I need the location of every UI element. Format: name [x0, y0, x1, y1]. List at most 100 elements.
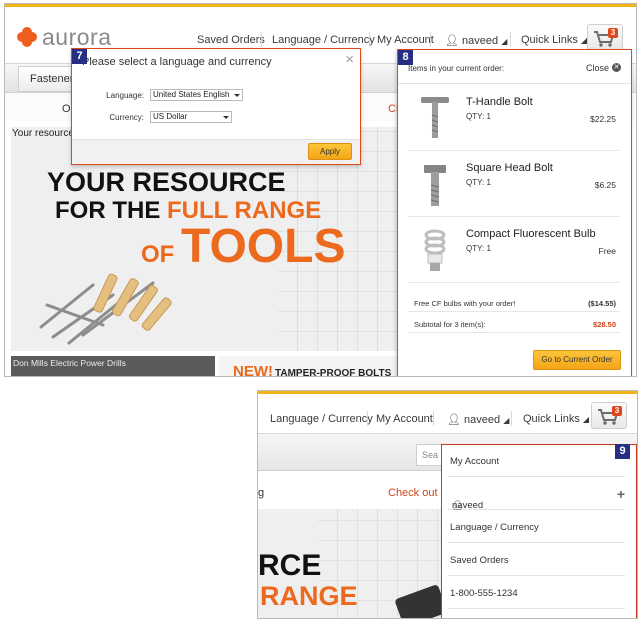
- user-name: naveed: [464, 414, 501, 426]
- go-to-current-order-button[interactable]: Go to Current Order: [533, 350, 621, 370]
- promo-tile-drills-text: Don Mills Electric Power Drills: [13, 358, 126, 368]
- divider: [367, 411, 368, 426]
- cart-item-name[interactable]: Square Head Bolt: [466, 162, 553, 174]
- user-icon: 👤︎: [447, 414, 461, 426]
- storefront-screenshot-bottom: Language / Currency My Account 👤︎ naveed…: [257, 390, 638, 619]
- promo-tile-bolts-text: TAMPER-PROOF BOLTS: [275, 368, 392, 377]
- apply-button[interactable]: Apply: [308, 143, 352, 160]
- cart-item-price: $22.25: [590, 114, 616, 124]
- language-label: Language:: [106, 91, 144, 100]
- menu-item-label: Saved Orders: [450, 555, 509, 566]
- user-menu[interactable]: 👤︎ naveed ◢: [445, 34, 507, 47]
- menu-item-phone[interactable]: 1-800-555-1234: [448, 577, 625, 609]
- cart-button[interactable]: 3: [591, 402, 627, 429]
- callout-badge-8: 8: [398, 50, 413, 65]
- user-icon: 👤︎: [445, 35, 459, 47]
- cart-count-badge: 3: [608, 28, 618, 38]
- user-name: naveed: [462, 35, 499, 47]
- divider: [261, 32, 262, 47]
- cart-item-qty: QTY: 1: [466, 244, 491, 253]
- cart-item[interactable]: Square Head Bolt QTY: 1 $6.25: [408, 151, 620, 217]
- currency-select[interactable]: US Dollar: [150, 111, 232, 123]
- divider: [430, 32, 431, 47]
- chevron-down-icon: ◢: [503, 416, 510, 425]
- cart-close-link[interactable]: Close: [586, 63, 609, 73]
- divider: [369, 32, 370, 47]
- close-icon[interactable]: ✕: [612, 63, 621, 72]
- dialog-footer: Apply: [72, 139, 360, 164]
- promo-tile-drills[interactable]: Don Mills Electric Power Drills: [11, 356, 215, 376]
- cart-item-qty: QTY: 1: [466, 112, 491, 121]
- screws-image: [39, 273, 172, 345]
- flower-logo-icon: [17, 27, 37, 47]
- dropdown-caret-icon: [234, 94, 240, 97]
- hero-headline-1: RCE: [258, 549, 322, 582]
- promo-tile-new-label: NEW!: [233, 363, 273, 377]
- cart-item[interactable]: Compact Fluorescent Bulb QTY: 1 Free: [408, 217, 620, 283]
- divider: [510, 32, 511, 47]
- cart-item-price: $6.25: [594, 180, 616, 190]
- cart-item-name[interactable]: T-Handle Bolt: [466, 96, 533, 108]
- quick-links-label: Quick Links: [521, 34, 578, 46]
- promo-text-left: g: [258, 487, 265, 499]
- quick-links-label: Quick Links: [523, 413, 580, 425]
- accent-bar: [258, 391, 637, 394]
- currency-select-value: US Dollar: [153, 112, 188, 121]
- my-account-link[interactable]: My Account: [377, 34, 434, 46]
- storefront-screenshot-top: aurora Saved Orders Language / Currency …: [4, 3, 637, 377]
- hero-headline-3: OF TOOLS: [141, 223, 345, 271]
- close-icon[interactable]: ×: [345, 51, 354, 68]
- t-handle-bolt-image: [421, 97, 449, 138]
- my-account-link[interactable]: My Account: [376, 413, 433, 425]
- divider: [511, 411, 512, 426]
- hero-caption: Your resource: [12, 128, 74, 139]
- plus-icon[interactable]: +: [617, 486, 625, 502]
- menu-item-label: Language / Currency: [450, 522, 539, 533]
- cart-count-badge: 3: [612, 406, 622, 416]
- promo-discount-row: Free CF bulbs with your order! ($14.55): [408, 293, 620, 312]
- promo-link-right[interactable]: Check out o: [388, 487, 447, 499]
- cart-button[interactable]: 3: [587, 24, 623, 51]
- cart-flyout: Items in your current order: Close ✕ T-H…: [397, 49, 632, 376]
- menu-item-user[interactable]: 👤︎ naveed +: [448, 478, 625, 511]
- saved-orders-link[interactable]: Saved Orders: [197, 34, 265, 46]
- promo-tile-bolts[interactable]: NEW! TAMPER-PROOF BOLTS: [219, 356, 399, 377]
- cart-flyout-title: Items in your current order:: [408, 64, 505, 73]
- language-select[interactable]: United States English: [150, 89, 243, 101]
- menu-item-label: naveed: [452, 500, 484, 511]
- language-currency-link[interactable]: Language / Currency: [270, 413, 373, 425]
- hero-headline-2a: FOR THE: [55, 197, 167, 224]
- divider: [433, 411, 434, 426]
- account-dropdown-menu: My Account 👤︎ naveed + Language / Curren…: [441, 444, 637, 618]
- language-select-value: United States English: [153, 90, 230, 99]
- subtotal-row: Subtotal for 3 item(s): $28.50: [408, 314, 620, 333]
- hero-banner[interactable]: RCE RANGE: [258, 509, 445, 618]
- language-currency-dialog: Please select a language and currency × …: [71, 48, 361, 165]
- promo-discount-value: ($14.55): [588, 299, 616, 308]
- user-menu[interactable]: 👤︎ naveed ◢: [447, 413, 509, 426]
- hero-headline-2: RANGE: [260, 581, 358, 611]
- subtotal-value: $28.50: [593, 320, 616, 329]
- language-currency-link[interactable]: Language / Currency: [272, 34, 375, 46]
- promo-discount-label: Free CF bulbs with your order!: [414, 299, 516, 308]
- fluorescent-bulb-image: [424, 229, 446, 271]
- menu-item-my-account[interactable]: My Account: [448, 445, 625, 477]
- dropdown-caret-icon: [223, 116, 229, 119]
- dialog-title: Please select a language and currency: [82, 56, 272, 68]
- quick-links-menu[interactable]: Quick Links ◢: [521, 34, 587, 46]
- square-head-bolt-image: [424, 165, 446, 206]
- cart-item-qty: QTY: 1: [466, 178, 491, 187]
- cart-item-name[interactable]: Compact Fluorescent Bulb: [466, 228, 596, 240]
- currency-label: Currency:: [109, 113, 144, 122]
- cart-flyout-header: Items in your current order: Close ✕: [398, 50, 631, 84]
- quick-links-menu[interactable]: Quick Links ◢: [523, 413, 589, 425]
- hero-headline-1: YOUR RESOURCE: [47, 167, 286, 197]
- callout-badge-9: 9: [615, 444, 630, 459]
- brand-logo[interactable]: aurora: [17, 24, 112, 50]
- cart-item-price: Free: [598, 246, 616, 256]
- cart-item[interactable]: T-Handle Bolt QTY: 1 $22.25: [408, 85, 620, 151]
- hero-headline-3a: OF: [141, 241, 181, 268]
- menu-item-saved-orders[interactable]: Saved Orders: [448, 544, 625, 576]
- menu-item-language-currency[interactable]: Language / Currency: [448, 511, 625, 543]
- brand-name: aurora: [42, 24, 112, 50]
